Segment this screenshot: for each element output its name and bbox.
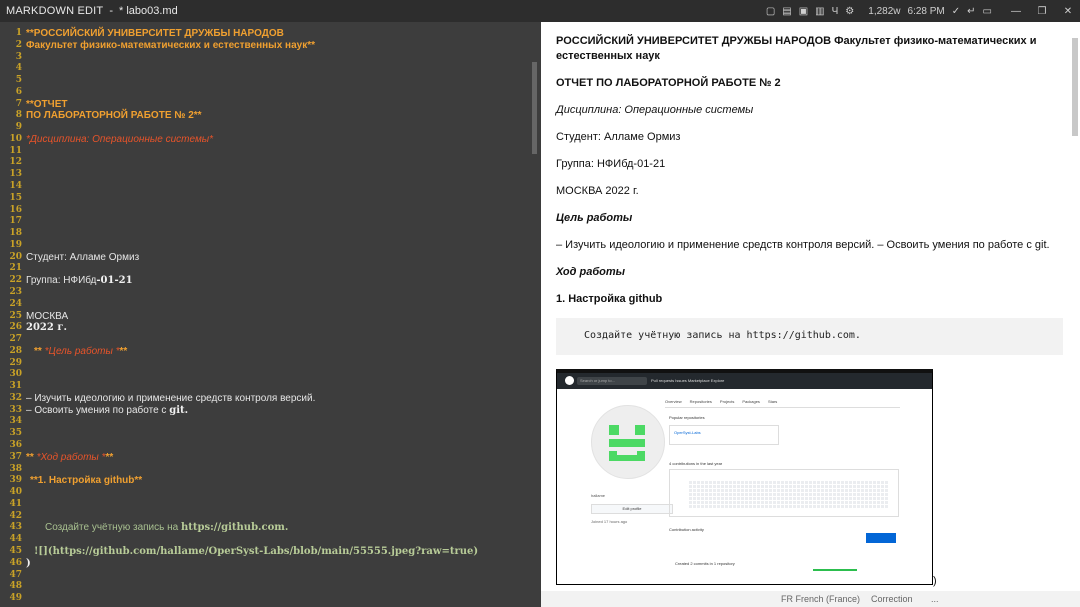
editor-line-37[interactable]: ** *Ход работы ***: [26, 452, 113, 463]
preview-after-image: ): [933, 575, 937, 587]
minimize-icon[interactable]: —: [1004, 6, 1028, 17]
editor-line-7[interactable]: **ОТЧЕТ: [26, 99, 67, 110]
code-block: Создайте учётную запись на https://githu…: [556, 318, 1063, 355]
group-label: Группа: [26, 275, 58, 286]
preview-goal-heading: Цель работы: [556, 212, 633, 224]
preview-title-line2: естественных наук: [556, 50, 660, 62]
line-number-gutter: 1 2 3 4 5 6 7 8 9 10 11 12 13 14 15 16 1…: [9, 28, 22, 603]
new-file-icon[interactable]: ▢: [766, 6, 775, 17]
preview-student: Студент: Алламе Ормиз: [556, 131, 681, 143]
editor-line-43[interactable]: Создайте учётную запись на https://githu…: [45, 522, 288, 533]
format-icon[interactable]: Ч: [832, 6, 839, 17]
markdown-editor[interactable]: 1 2 3 4 5 6 7 8 9 10 11 12 13 14 15 16 1…: [0, 22, 540, 607]
editor-line-25[interactable]: МОСКВА: [26, 311, 68, 322]
student-label: Студент: [26, 252, 65, 263]
group-value: : НФИбд: [57, 275, 97, 286]
editor-line-28[interactable]: ** *Цель работы ***: [34, 346, 127, 357]
close-icon[interactable]: ✕: [1056, 6, 1080, 17]
floppy-icon[interactable]: ▭: [983, 6, 992, 17]
preview-report: ОТЧЕТ ПО ЛАБОРАТОРНОЙ РАБОТЕ № 2: [556, 77, 781, 89]
editor-scrollbar[interactable]: [532, 62, 537, 154]
editor-line-10[interactable]: *Дисциплина: Операционные системы*: [26, 134, 213, 145]
separator: -: [109, 5, 113, 17]
editor-line-26[interactable]: 2022 г.: [26, 322, 67, 333]
github-profile-screenshot: Search or jump to... Pull requests Issue…: [556, 369, 933, 585]
activity-bar: [813, 569, 857, 571]
preview-group: Группа: НФИбд-01-21: [556, 158, 666, 170]
clock: 6:28 PM: [907, 5, 945, 17]
language-indicator[interactable]: FR French (France): [781, 594, 860, 604]
preview-step1: 1. Настройка github: [556, 293, 663, 305]
identicon: [609, 425, 645, 461]
file-name: * labo03.md: [119, 5, 178, 17]
save-as-icon[interactable]: ▥: [815, 6, 824, 17]
status-bar: FR French (France) Correction ...: [541, 591, 1080, 607]
editor-line-33[interactable]: – Освоить умения по работе с git.: [26, 405, 188, 416]
editor-line-20[interactable]: Студент: Алламе Ормиз: [26, 252, 139, 263]
preview-progress-heading: Ход работы: [556, 266, 626, 278]
contribution-graph: [669, 469, 899, 517]
check-icon[interactable]: ✓: [952, 6, 960, 17]
preview-city-year: МОСКВА 2022 г.: [556, 185, 639, 197]
preview-title: РОССИЙСКИЙ УНИВЕРСИТЕТ ДРУЖБЫ НАРОДОВ Фа…: [556, 35, 1037, 47]
word-count: 1,282w: [868, 5, 901, 17]
markdown-preview: РОССИЙСКИЙ УНИВЕРСИТЕТ ДРУЖБЫ НАРОДОВ Фа…: [541, 22, 1080, 607]
editor-line-8[interactable]: ПО ЛАБОРАТОРНОЙ РАБОТЕ № 2**: [26, 110, 202, 121]
editor-line-39[interactable]: **1. Настройка github**: [30, 475, 142, 486]
save-icon[interactable]: ▣: [799, 6, 808, 17]
app-name: MARKDOWN EDIT: [6, 5, 104, 17]
editor-line-46[interactable]: ): [26, 558, 31, 569]
more-options-icon[interactable]: ...: [931, 594, 939, 604]
year-button: [866, 533, 896, 543]
preview-scrollbar[interactable]: [1072, 38, 1078, 136]
github-logo-icon: [565, 376, 574, 385]
editor-line-2[interactable]: Факультет физико-математических и естест…: [26, 40, 315, 51]
editor-line-22[interactable]: Группа: НФИбд-01-21: [26, 275, 133, 286]
title-bar: MARKDOWN EDIT - * labo03.md ▢ ▤ ▣ ▥ Ч ⚙ …: [0, 0, 1080, 22]
open-file-icon[interactable]: ▤: [782, 6, 791, 17]
editor-line-1[interactable]: **РОССИЙСКИЙ УНИВЕРСИТЕТ ДРУЖБЫ НАРОДОВ: [26, 28, 284, 39]
settings-gear-icon[interactable]: ⚙: [845, 6, 854, 17]
back-icon[interactable]: ↵: [967, 6, 975, 17]
maximize-icon[interactable]: ❐: [1030, 6, 1054, 17]
preview-discipline: Дисциплина: Операционные системы: [556, 104, 754, 116]
group-number: -01-21: [96, 275, 133, 286]
correction-button[interactable]: Correction: [871, 594, 913, 604]
editor-line-32[interactable]: – Изучить идеологию и применение средств…: [26, 393, 315, 404]
preview-goal-text: – Изучить идеологию и применение средств…: [556, 239, 1050, 251]
student-value: : Алламе Ормиз: [64, 252, 140, 263]
editor-line-45[interactable]: ![](https://github.com/hallame/OperSyst-…: [34, 546, 478, 557]
